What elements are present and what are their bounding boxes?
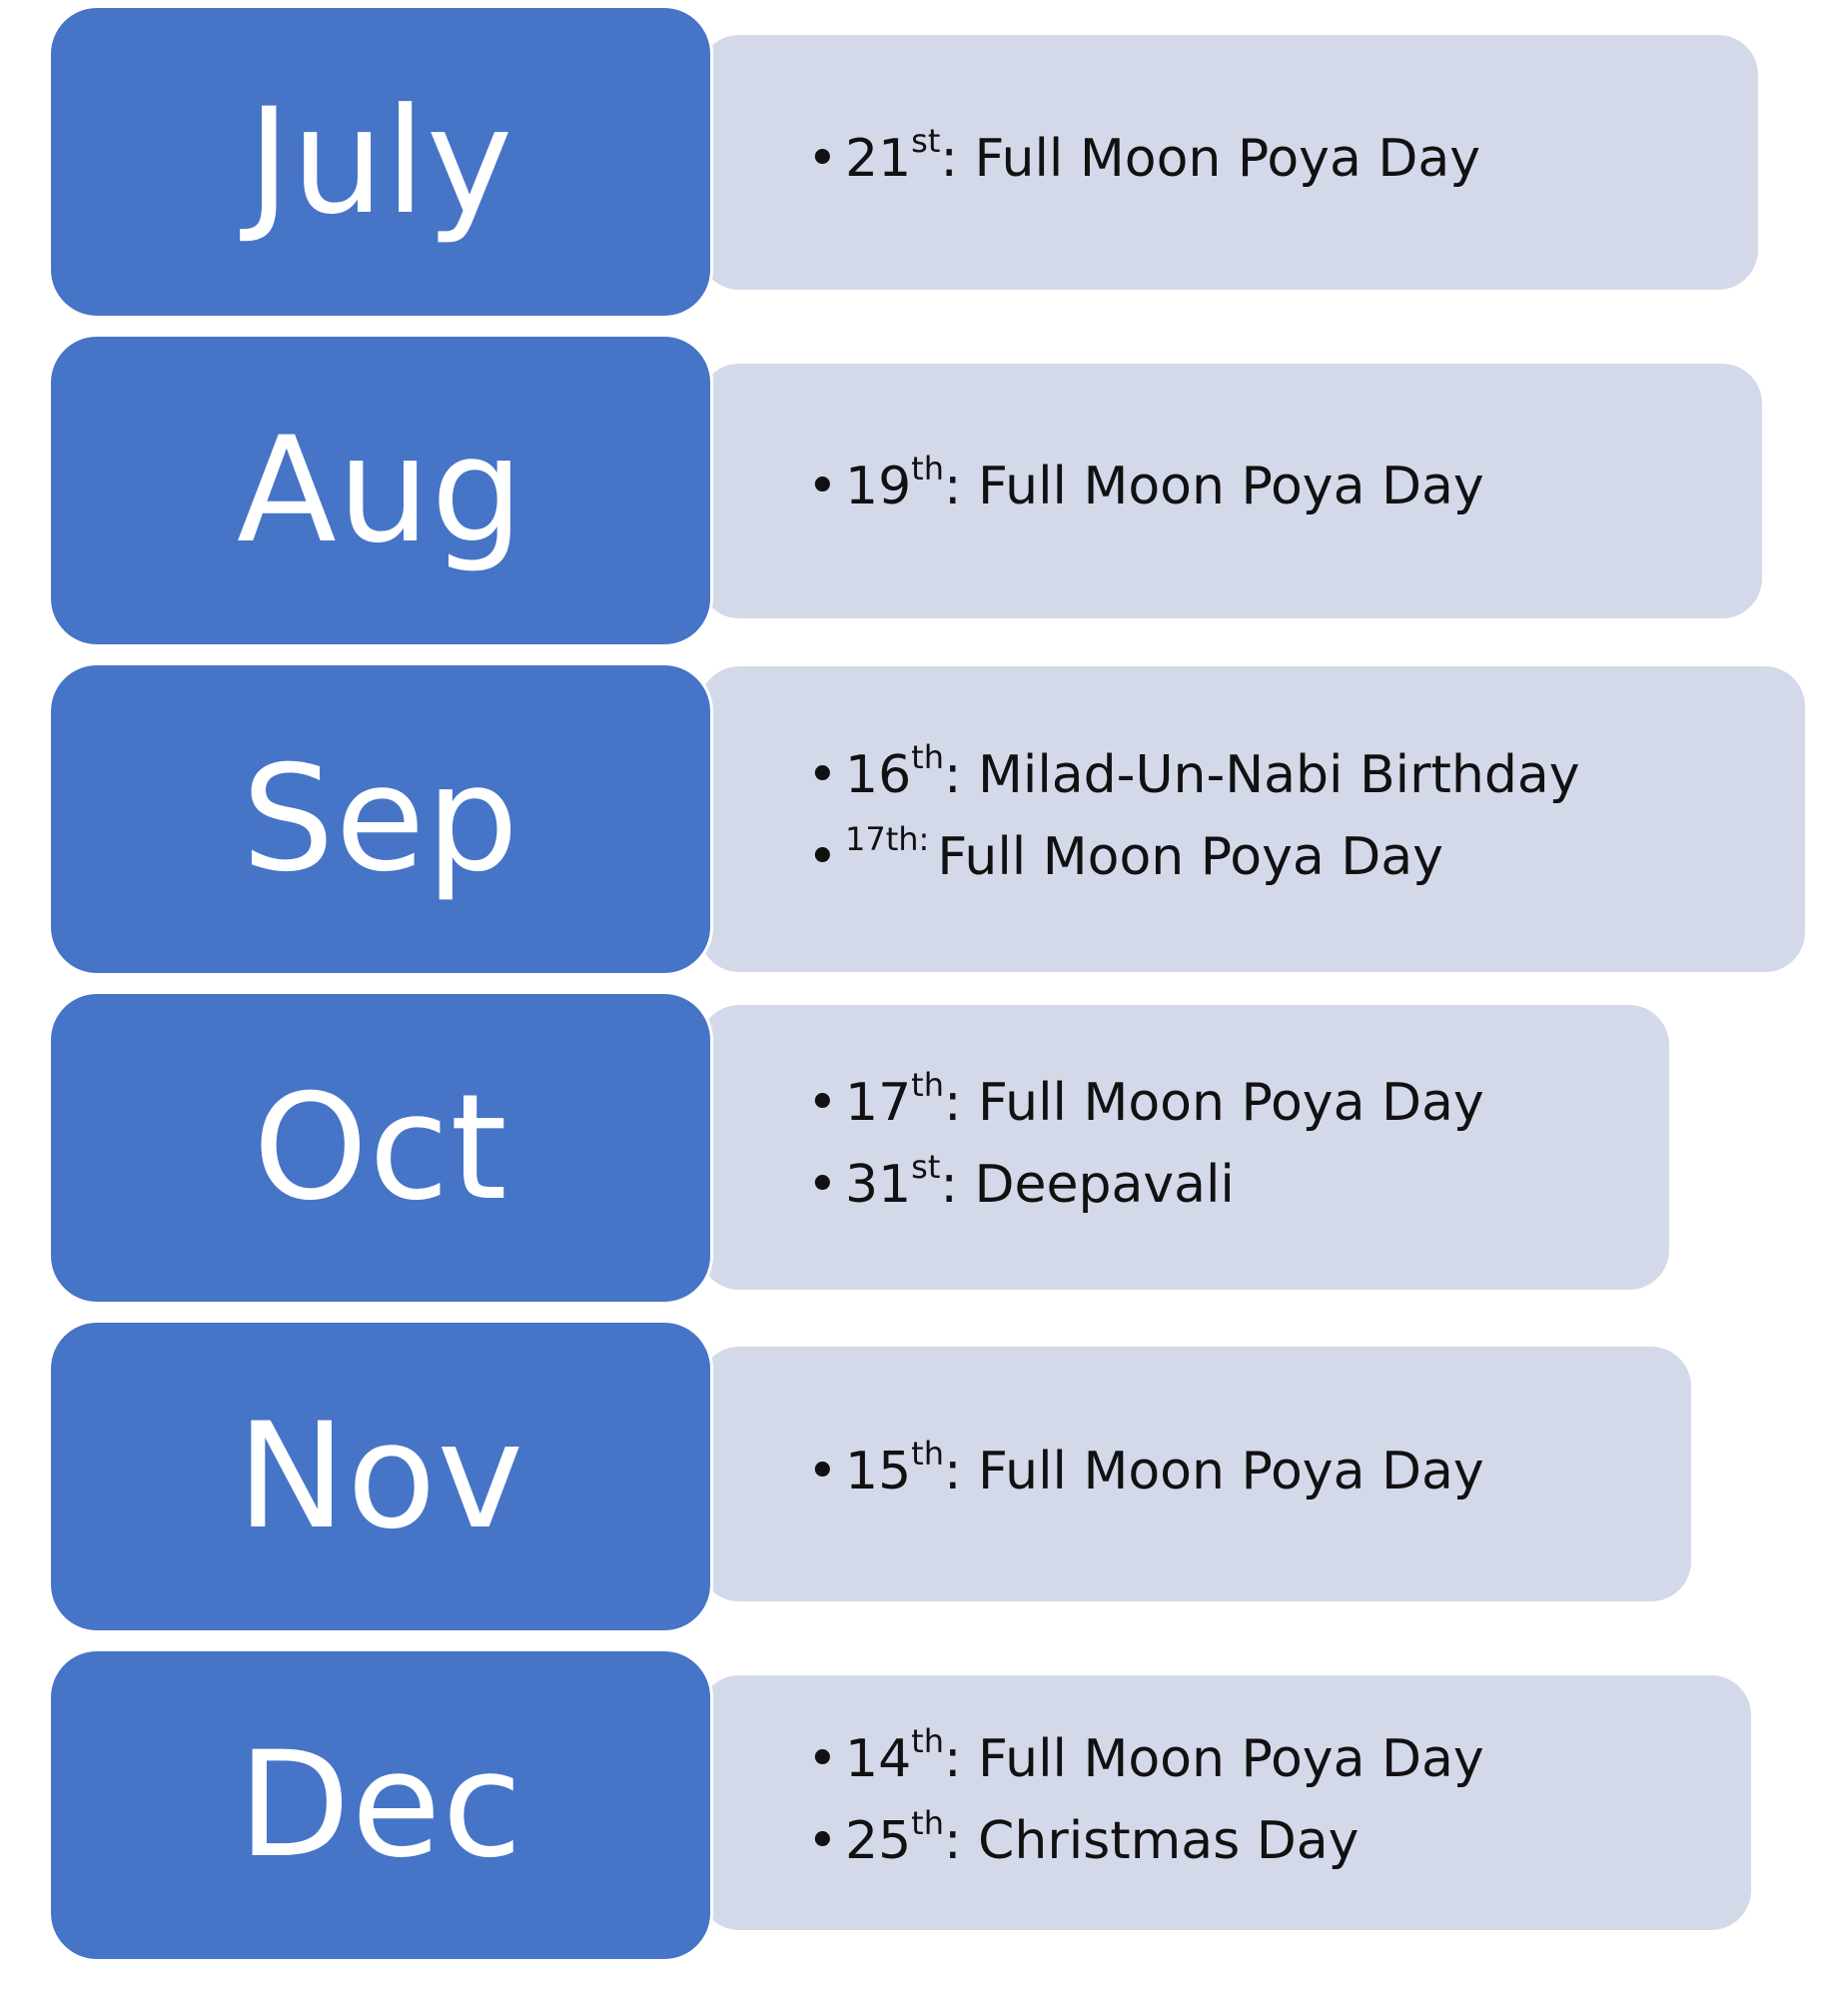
event-day-suffix: th bbox=[911, 738, 944, 776]
event-day-suffix: st bbox=[911, 1148, 941, 1186]
month-label: Sep bbox=[241, 734, 520, 904]
event-item: • 31st: Deepavali bbox=[807, 1144, 1484, 1226]
event-day: 17 bbox=[845, 1073, 912, 1133]
bullet-icon: • bbox=[807, 1729, 838, 1789]
event-text: : Full Moon Poya Day bbox=[940, 129, 1481, 189]
event-list-dec: • 14th: Full Moon Poya Day • 25th: Christm… bbox=[807, 1718, 1484, 1882]
bullet-icon: • bbox=[807, 827, 838, 887]
bullet-icon: • bbox=[807, 1442, 838, 1501]
bullet-icon: • bbox=[807, 1073, 838, 1133]
event-list-nov: • 15th: Full Moon Poya Day bbox=[807, 1431, 1484, 1512]
month-box-july: July bbox=[51, 8, 710, 316]
month-label: Dec bbox=[238, 1720, 523, 1890]
event-list-aug: • 19th: Full Moon Poya Day bbox=[807, 446, 1484, 527]
event-text: : Full Moon Poya Day bbox=[944, 1729, 1484, 1789]
event-text: : Full Moon Poya Day bbox=[944, 1073, 1484, 1133]
bullet-icon: • bbox=[807, 1811, 838, 1871]
event-day: 19 bbox=[845, 457, 912, 516]
event-day: 15 bbox=[845, 1442, 912, 1501]
month-label: Aug bbox=[236, 406, 525, 575]
bullet-icon: • bbox=[807, 1155, 838, 1215]
month-label: Nov bbox=[237, 1392, 524, 1561]
bullet-icon: • bbox=[807, 457, 838, 516]
event-item: • 25th: Christmas Day bbox=[807, 1800, 1484, 1882]
event-item: • 21st: Full Moon Poya Day bbox=[807, 118, 1480, 200]
event-text: : Full Moon Poya Day bbox=[944, 457, 1484, 516]
event-text: : Christmas Day bbox=[944, 1811, 1360, 1871]
event-day: 25 bbox=[845, 1811, 912, 1871]
event-list-sep: • 16th: Milad-Un-Nabi Birthday • 17th: Full… bbox=[807, 734, 1579, 898]
bullet-icon: • bbox=[807, 745, 838, 805]
event-day: 21 bbox=[845, 129, 912, 189]
event-day: 14 bbox=[845, 1729, 912, 1789]
event-day: 16 bbox=[845, 745, 912, 805]
event-item: • 16th: Milad-Un-Nabi Birthday bbox=[807, 734, 1579, 816]
month-box-oct: Oct bbox=[51, 994, 710, 1302]
event-text: Full Moon Poya Day bbox=[937, 827, 1443, 887]
event-item: • 14th: Full Moon Poya Day bbox=[807, 1718, 1484, 1800]
event-item: • 17th: Full Moon Poya Day bbox=[807, 816, 1579, 898]
bullet-icon: • bbox=[807, 129, 838, 189]
month-box-dec: Dec bbox=[51, 1651, 710, 1959]
event-day: 31 bbox=[845, 1155, 912, 1215]
month-box-sep: Sep bbox=[51, 665, 710, 973]
month-box-aug: Aug bbox=[51, 337, 710, 644]
event-day-prefix: 17th: bbox=[845, 820, 930, 858]
event-day-suffix: th bbox=[911, 1066, 944, 1104]
event-day-suffix: th bbox=[911, 450, 944, 488]
event-day-suffix: th bbox=[911, 1435, 944, 1473]
event-item: • 17th: Full Moon Poya Day bbox=[807, 1062, 1484, 1144]
month-label: July bbox=[247, 77, 514, 247]
event-list-oct: • 17th: Full Moon Poya Day • 31st: Deepava… bbox=[807, 1062, 1484, 1226]
event-day-suffix: th bbox=[911, 1804, 944, 1842]
event-item: • 19th: Full Moon Poya Day bbox=[807, 446, 1484, 527]
event-item: • 15th: Full Moon Poya Day bbox=[807, 1431, 1484, 1512]
month-box-nov: Nov bbox=[51, 1323, 710, 1630]
event-text: : Full Moon Poya Day bbox=[944, 1442, 1484, 1501]
month-label: Oct bbox=[253, 1063, 508, 1233]
event-day-suffix: th bbox=[911, 1722, 944, 1760]
event-list-july: • 21st: Full Moon Poya Day bbox=[807, 118, 1480, 200]
event-text: : Milad-Un-Nabi Birthday bbox=[944, 745, 1580, 805]
event-day-suffix: st bbox=[911, 122, 941, 160]
event-text: : Deepavali bbox=[940, 1155, 1235, 1215]
